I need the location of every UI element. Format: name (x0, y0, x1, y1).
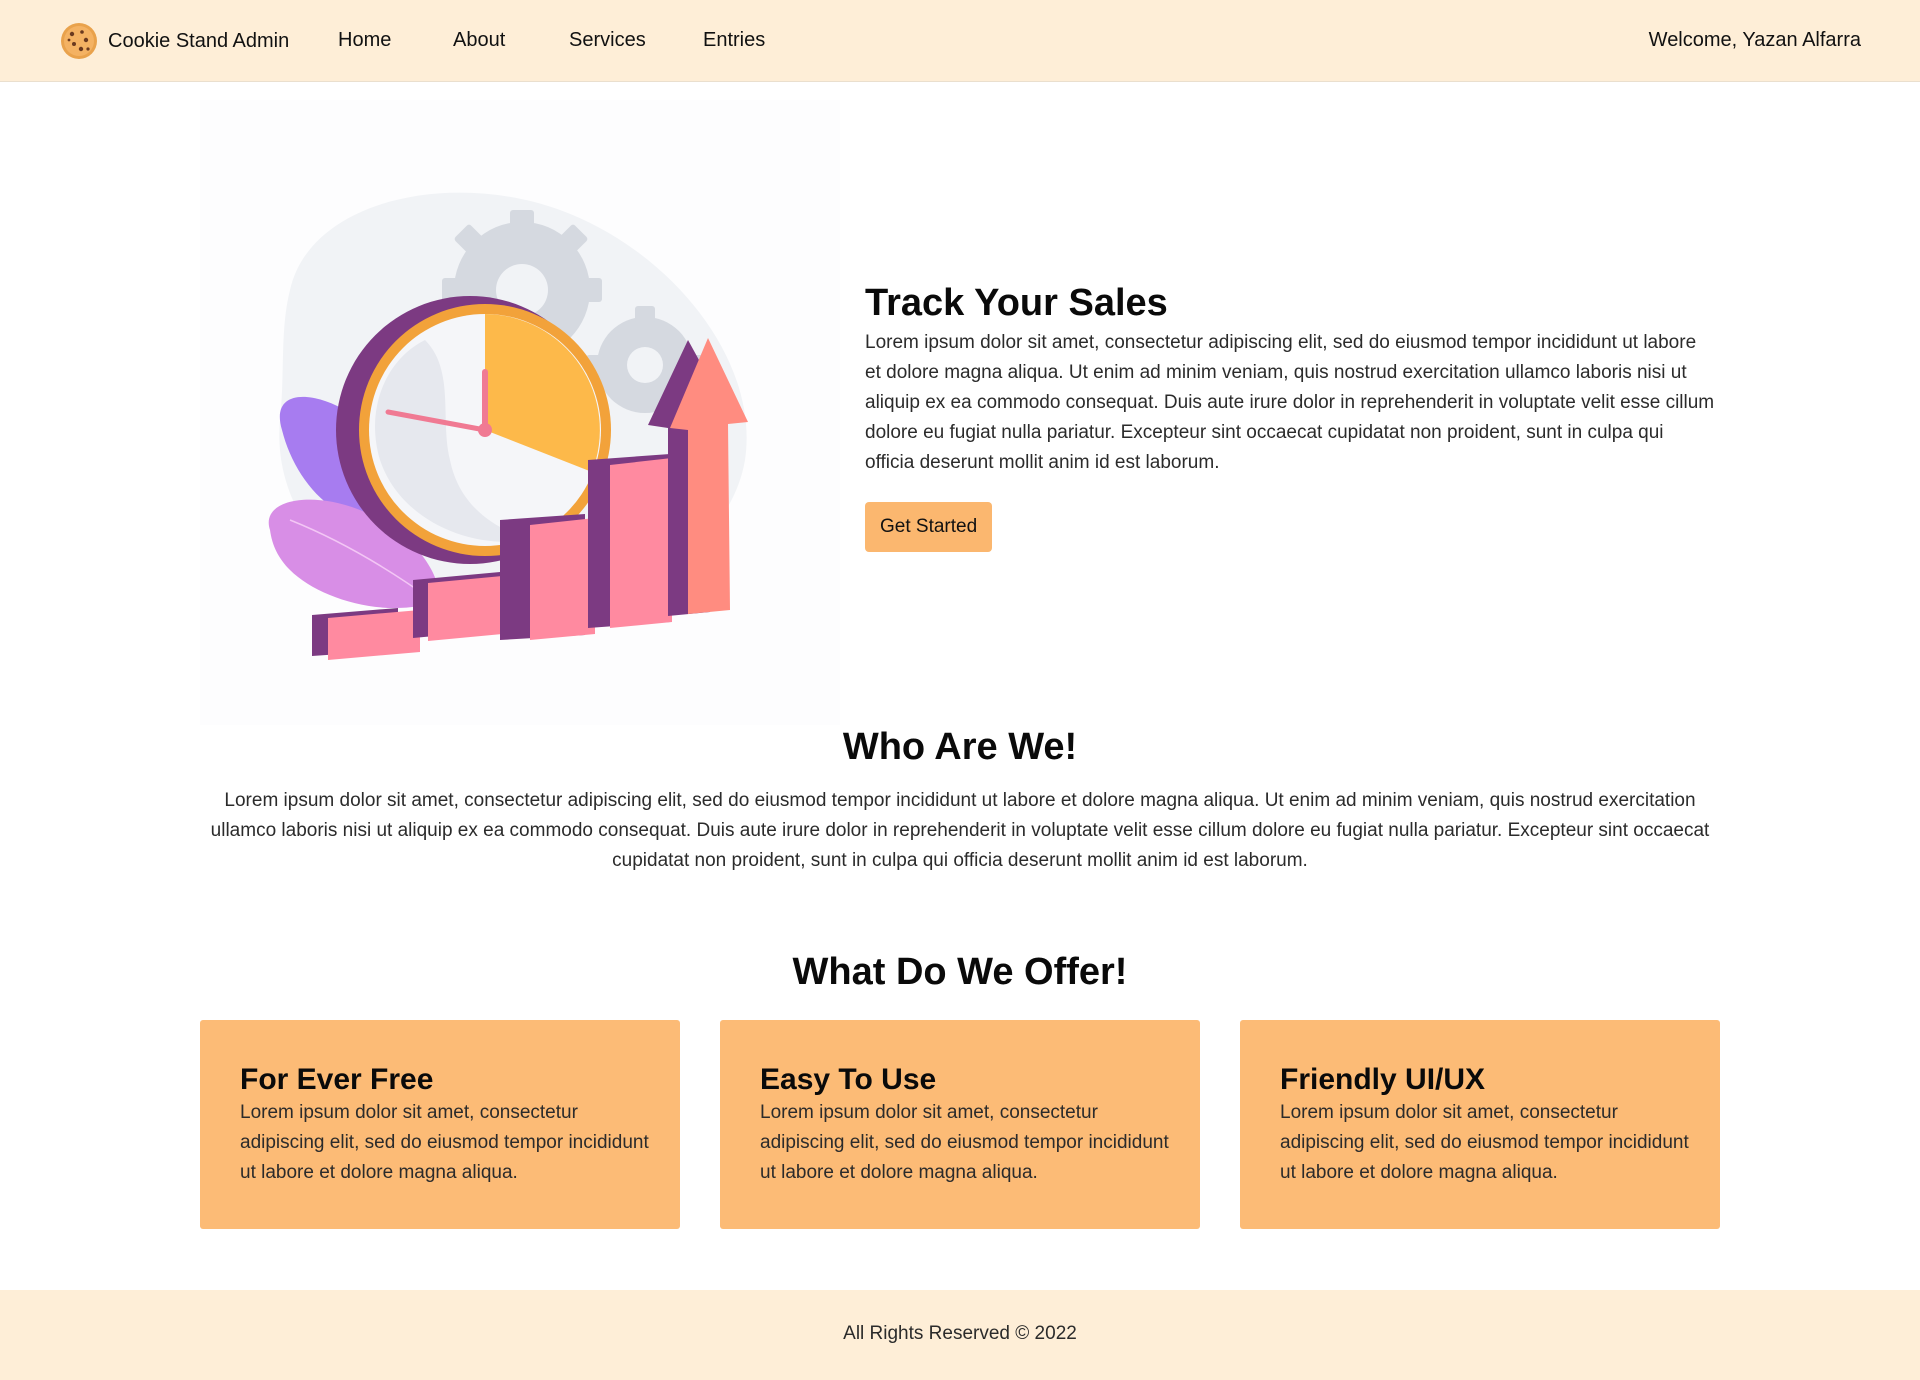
who-are-we-title: Who Are We! (842, 726, 1078, 768)
offer-title: What Do We Offer! (792, 951, 1128, 993)
nav-entries[interactable]: Entries (703, 29, 765, 52)
offer-card: For Ever Free Lorem ipsum dolor sit amet… (200, 1020, 680, 1229)
copyright-text: All Rights Reserved © 2022 (843, 1323, 1077, 1344)
nav-home[interactable]: Home (338, 29, 391, 52)
welcome-message: Welcome, Yazan Alfarra (1648, 29, 1861, 51)
sales-growth-illustration-icon (268, 192, 748, 660)
page: Cookie Stand Admin Home About Services E… (0, 0, 1920, 1380)
hero-section: Track Your Sales Lorem ipsum dolor sit a… (865, 280, 1725, 552)
offer-card: Easy To Use Lorem ipsum dolor sit amet, … (720, 1020, 1200, 1229)
nav-about[interactable]: About (453, 29, 505, 52)
offer-card-text: Lorem ipsum dolor sit amet, consectetur … (240, 1102, 649, 1183)
brand[interactable]: Cookie Stand Admin (58, 20, 289, 62)
brand-name: Cookie Stand Admin (108, 29, 290, 52)
offer-card: Friendly UI/UX Lorem ipsum dolor sit ame… (1240, 1020, 1720, 1229)
get-started-button[interactable]: Get Started (865, 502, 993, 552)
top-navbar: Cookie Stand Admin Home About Services E… (0, 0, 1920, 82)
offer-card-text: Lorem ipsum dolor sit amet, consectetur … (1280, 1102, 1689, 1183)
hero-illustration (200, 100, 840, 725)
offer-card-title: For Ever Free (240, 1063, 434, 1096)
offer-card-text: Lorem ipsum dolor sit amet, consectetur … (760, 1102, 1169, 1183)
cookie-icon (61, 23, 97, 59)
who-are-we-text: Lorem ipsum dolor sit amet, consectetur … (210, 790, 1710, 871)
hero-title: Track Your Sales (865, 282, 1168, 324)
footer: All Rights Reserved © 2022 (0, 1290, 1920, 1380)
offer-card-title: Friendly UI/UX (1280, 1063, 1486, 1096)
nav-services[interactable]: Services (569, 29, 646, 52)
hero-description: Lorem ipsum dolor sit amet, consectetur … (865, 332, 1715, 473)
offer-card-title: Easy To Use (760, 1063, 937, 1096)
